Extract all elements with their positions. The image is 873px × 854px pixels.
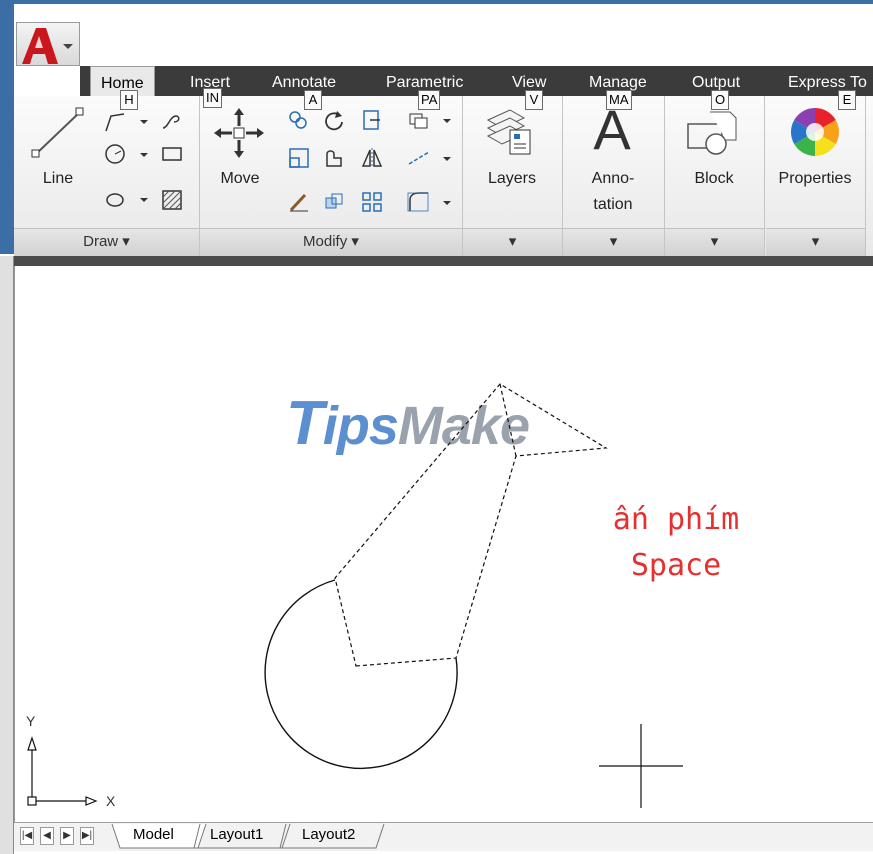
circle-tool-icon[interactable] [103,142,127,166]
draw-panel-footer[interactable]: Draw ▾ [14,228,199,256]
layers-label[interactable]: Layers [472,170,552,188]
tipsmake-watermark: TipsMake [286,389,530,458]
tab-model[interactable]: Model [133,826,174,843]
polyline-icon[interactable] [103,110,127,134]
layers-icon[interactable] [484,104,534,156]
erase-icon[interactable] [407,108,431,132]
match-properties-icon[interactable] [287,190,311,214]
block-label[interactable]: Block [674,170,754,188]
fillet-icon[interactable] [407,190,431,214]
panel-divider [764,96,765,256]
autocad-window: Home Insert Annotate Parametric View Man… [0,0,873,854]
chevron-down-icon[interactable] [443,201,451,205]
window-frame-left [0,256,14,854]
layers-panel-footer[interactable]: ▾ [463,228,562,256]
ribbon-bottom-border [0,256,873,266]
annotation-icon[interactable]: A [580,98,644,162]
properties-label[interactable]: Properties [766,170,864,188]
stretch-icon[interactable] [287,146,311,170]
annotation-panel-footer[interactable]: ▾ [563,228,664,256]
keytip-annotate: A [304,90,322,110]
annotation-text-line2: Space [630,548,722,583]
move-tool-label[interactable]: Move [212,170,268,188]
panel-divider [865,96,866,256]
autocad-logo-icon [22,28,58,64]
next-layout-button[interactable]: ▶ [60,827,74,845]
keytip-output: O [711,90,729,110]
annotation-text-line1: ấn phím [612,502,740,537]
properties-color-wheel-icon[interactable] [789,106,841,158]
rectangle-tool-icon[interactable] [160,142,184,166]
tab-layout1[interactable]: Layout1 [210,826,263,843]
chevron-down-icon[interactable] [140,120,148,124]
block-panel-footer[interactable]: ▾ [665,228,764,256]
modify-panel-footer[interactable]: Modify ▾ [200,228,462,256]
ucs-x-label: X [106,793,116,809]
scale-icon[interactable] [322,146,346,170]
annotation-label-line1[interactable]: Anno- [573,170,653,188]
mirror-icon[interactable] [360,146,384,170]
trim-icon[interactable] [360,108,384,132]
window-frame-left [0,4,14,254]
line-tool-label[interactable]: Line [30,170,86,188]
block-icon[interactable] [686,110,742,160]
previous-layout-button[interactable]: ◀ [40,827,54,845]
rotate-icon[interactable] [322,108,346,132]
drawing-canvas[interactable] [14,266,873,822]
chevron-down-icon[interactable] [443,119,451,123]
ucs-y-label: Y [26,713,36,729]
keytip-home: H [120,90,138,110]
hatch-icon[interactable] [160,188,184,212]
chevron-down-icon[interactable] [140,198,148,202]
line-tool-icon[interactable] [30,106,86,162]
first-layout-button[interactable]: |◀ [20,827,34,845]
explode-icon[interactable] [407,146,431,170]
move-tool-icon[interactable] [214,108,264,158]
title-bar [0,0,873,66]
array-3d-icon[interactable] [322,190,346,214]
keytip-parametric: PA [418,90,441,110]
tab-layout2[interactable]: Layout2 [302,826,355,843]
chevron-down-icon [63,44,73,49]
chevron-down-icon[interactable] [443,157,451,161]
last-layout-button[interactable]: ▶| [80,827,94,845]
properties-panel-footer[interactable]: ▾ [766,228,865,256]
chevron-down-icon[interactable] [140,153,148,157]
revision-cloud-icon[interactable] [103,188,127,212]
spline-icon[interactable] [160,110,184,134]
keytip-insert: IN [203,88,222,108]
copy-icon[interactable] [287,108,311,132]
annotation-label-line2[interactable]: tation [573,196,653,214]
array-icon[interactable] [360,190,384,214]
